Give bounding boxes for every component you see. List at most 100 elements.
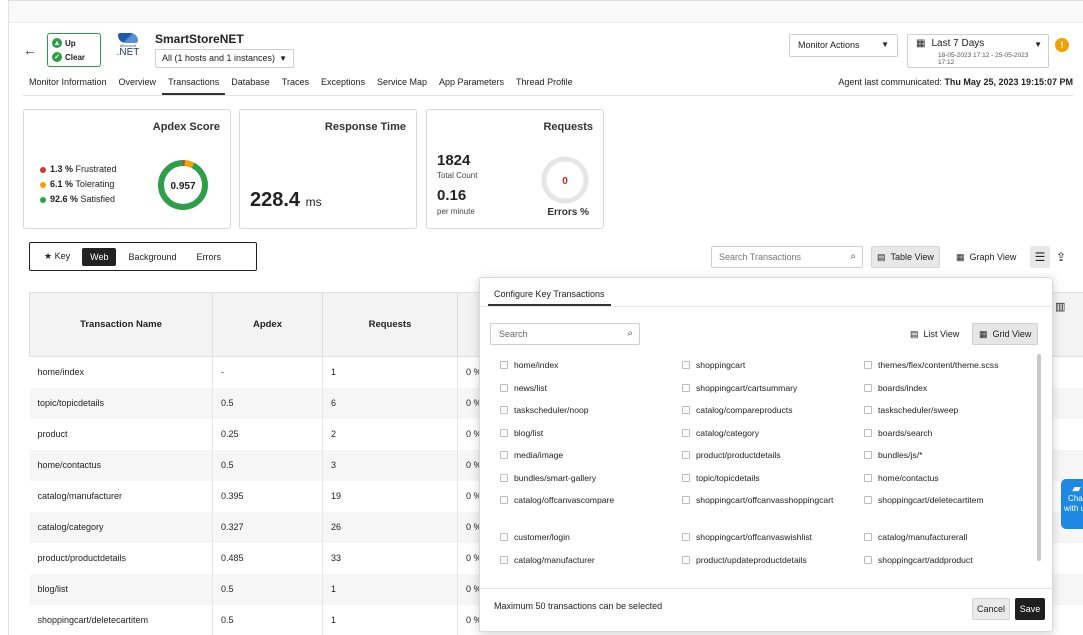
transaction-checkbox-item[interactable]: boards/index <box>864 381 1032 404</box>
checkbox[interactable] <box>500 383 508 392</box>
panel-scrollbar[interactable] <box>1037 354 1041 561</box>
transaction-checkbox-item[interactable]: boards/search <box>864 426 1032 449</box>
transaction-checkbox-item[interactable]: customer/login <box>500 530 682 553</box>
checkbox[interactable] <box>864 383 872 392</box>
col-apdex[interactable]: Apdex <box>212 292 323 357</box>
tab-traces[interactable]: Traces <box>276 77 315 95</box>
transaction-checkbox-item[interactable]: product/updateproductdetails <box>682 553 864 576</box>
tab-overview[interactable]: Overview <box>113 77 163 95</box>
checkbox[interactable] <box>682 383 690 392</box>
list-view-button[interactable]: ▤ List View <box>904 323 965 345</box>
transaction-checkbox-label: shoppingcart/deletecartitem <box>878 495 984 505</box>
col-transaction-name[interactable]: Transaction Name <box>29 292 213 357</box>
configure-key-transactions-panel: Configure Key Transactions Search ⌕ ▤ Lis… <box>479 277 1053 632</box>
transaction-checkbox-item[interactable]: taskscheduler/noop <box>500 403 682 426</box>
tab-configure-key-transactions[interactable]: Configure Key Transactions <box>488 282 611 306</box>
checkbox[interactable] <box>864 428 872 437</box>
checkbox[interactable] <box>682 496 690 504</box>
transaction-checkbox-item[interactable]: shoppingcart <box>682 358 864 381</box>
tab-exceptions[interactable]: Exceptions <box>315 77 371 95</box>
share-icon[interactable]: ⇪ <box>1051 246 1071 268</box>
transaction-checkbox-item[interactable]: blog/list <box>500 426 682 449</box>
transaction-checkbox-item[interactable]: shoppingcart/offcanvasshoppingcart <box>682 493 864 530</box>
checkbox[interactable] <box>864 533 872 541</box>
tab-thread-profile[interactable]: Thread Profile <box>510 77 579 95</box>
checkbox[interactable] <box>500 555 508 564</box>
checkbox[interactable] <box>500 533 508 541</box>
filter-background[interactable]: Background <box>120 248 184 266</box>
transaction-checkbox-item[interactable]: themes/flex/content/theme.scss <box>864 358 1032 381</box>
transaction-checkbox-item[interactable]: media/image <box>500 448 682 471</box>
checkbox[interactable] <box>864 361 872 369</box>
date-range-picker[interactable]: ▦ Last 7 Days 18-05-2023 17:12 - 25-05-20… <box>907 34 1049 68</box>
filter-web[interactable]: Web <box>82 247 117 266</box>
tab-transactions[interactable]: Transactions <box>162 77 226 95</box>
transaction-checkbox-label: catalog/offcanvascompare <box>514 495 615 505</box>
frustrated-dot <box>40 166 46 173</box>
checkbox[interactable] <box>864 451 872 459</box>
checkbox[interactable] <box>682 406 690 414</box>
checkbox[interactable] <box>864 555 872 564</box>
list-view-label: List View <box>923 329 960 339</box>
transaction-checkbox-item[interactable]: bundles/js/* <box>864 448 1032 471</box>
transaction-checkbox-item[interactable]: shoppingcart/cartsummary <box>682 381 864 404</box>
col-requests[interactable]: Requests <box>322 292 458 357</box>
panel-search-input[interactable]: Search ⌕ <box>490 323 640 345</box>
transaction-checkbox-label: taskscheduler/sweep <box>878 405 959 415</box>
checkbox[interactable] <box>864 496 872 504</box>
table-view-button[interactable]: ▤ Table View <box>871 246 940 268</box>
transaction-checkbox-item[interactable]: shoppingcart/addproduct <box>864 553 1032 576</box>
host-selector[interactable]: All (1 hosts and 1 instances) ▼ <box>155 49 294 68</box>
tab-service-map[interactable]: Service Map <box>371 77 433 95</box>
columns-icon[interactable]: ▥ <box>1055 300 1065 313</box>
tab-database[interactable]: Database <box>225 77 276 95</box>
checkbox[interactable] <box>682 428 690 437</box>
checkbox[interactable] <box>864 406 872 414</box>
transaction-checkbox-item[interactable]: catalog/compareproducts <box>682 403 864 426</box>
checkbox[interactable] <box>682 361 690 369</box>
checkbox[interactable] <box>682 451 690 459</box>
transaction-checkbox-item[interactable]: catalog/category <box>682 426 864 449</box>
back-arrow-icon[interactable]: ← <box>23 42 37 58</box>
transaction-checkbox-item[interactable]: news/list <box>500 381 682 404</box>
transaction-checkbox-item[interactable]: shoppingcart/deletecartitem <box>864 493 1032 530</box>
tab-app-parameters[interactable]: App Parameters <box>433 77 510 95</box>
save-button[interactable]: Save <box>1015 598 1045 620</box>
checkbox[interactable] <box>500 451 508 459</box>
warning-icon[interactable]: ! <box>1055 38 1069 52</box>
chat-button[interactable]: ▰ Chat with us <box>1061 479 1083 529</box>
checkbox[interactable] <box>682 533 690 541</box>
table-icon: ▤ <box>877 251 886 262</box>
transaction-checkbox-item[interactable]: product/productdetails <box>682 448 864 471</box>
checkbox[interactable] <box>500 428 508 437</box>
errors-value: 0 <box>562 176 568 187</box>
checkbox[interactable] <box>864 473 872 482</box>
transaction-checkbox-item[interactable]: taskscheduler/sweep <box>864 403 1032 426</box>
search-transactions-input[interactable]: Search Transactions ⌕ <box>711 246 863 268</box>
transaction-checkbox-item[interactable]: catalog/manufacturerall <box>864 530 1032 553</box>
filter-errors[interactable]: Errors <box>189 248 230 266</box>
filter-key[interactable]: ★ Key <box>36 247 78 266</box>
tab-monitor-information[interactable]: Monitor Information <box>23 77 113 95</box>
transaction-checkbox-item[interactable]: shoppingcart/offcanvaswishlist <box>682 530 864 553</box>
checkbox[interactable] <box>682 555 690 564</box>
checkbox[interactable] <box>500 473 508 482</box>
checkbox[interactable] <box>500 496 508 504</box>
checkbox[interactable] <box>500 406 508 414</box>
checkbox[interactable] <box>682 473 690 482</box>
star-icon: ★ <box>44 251 53 261</box>
graph-view-button[interactable]: ▦ Graph View <box>951 246 1021 268</box>
transaction-checkbox-item[interactable]: bundles/smart-gallery <box>500 471 682 494</box>
cancel-button[interactable]: Cancel <box>972 598 1010 620</box>
sliders-icon[interactable]: ☰ <box>1030 246 1050 268</box>
satisfied-pct: 92.6 % <box>50 194 79 204</box>
transaction-checkbox-item[interactable]: home/contactus <box>864 471 1032 494</box>
transaction-checkbox-item[interactable]: catalog/manufacturer <box>500 553 682 576</box>
transaction-checkbox-item[interactable]: topic/topicdetails <box>682 471 864 494</box>
monitor-actions-dropdown[interactable]: Monitor Actions ▼ <box>789 34 898 57</box>
grid-view-button[interactable]: ▦ Grid View <box>972 323 1039 345</box>
checkbox[interactable] <box>500 361 508 369</box>
grid-icon: ▦ <box>979 328 988 339</box>
transaction-checkbox-item[interactable]: catalog/offcanvascompare <box>500 493 682 530</box>
transaction-checkbox-item[interactable]: home/index <box>500 358 682 381</box>
